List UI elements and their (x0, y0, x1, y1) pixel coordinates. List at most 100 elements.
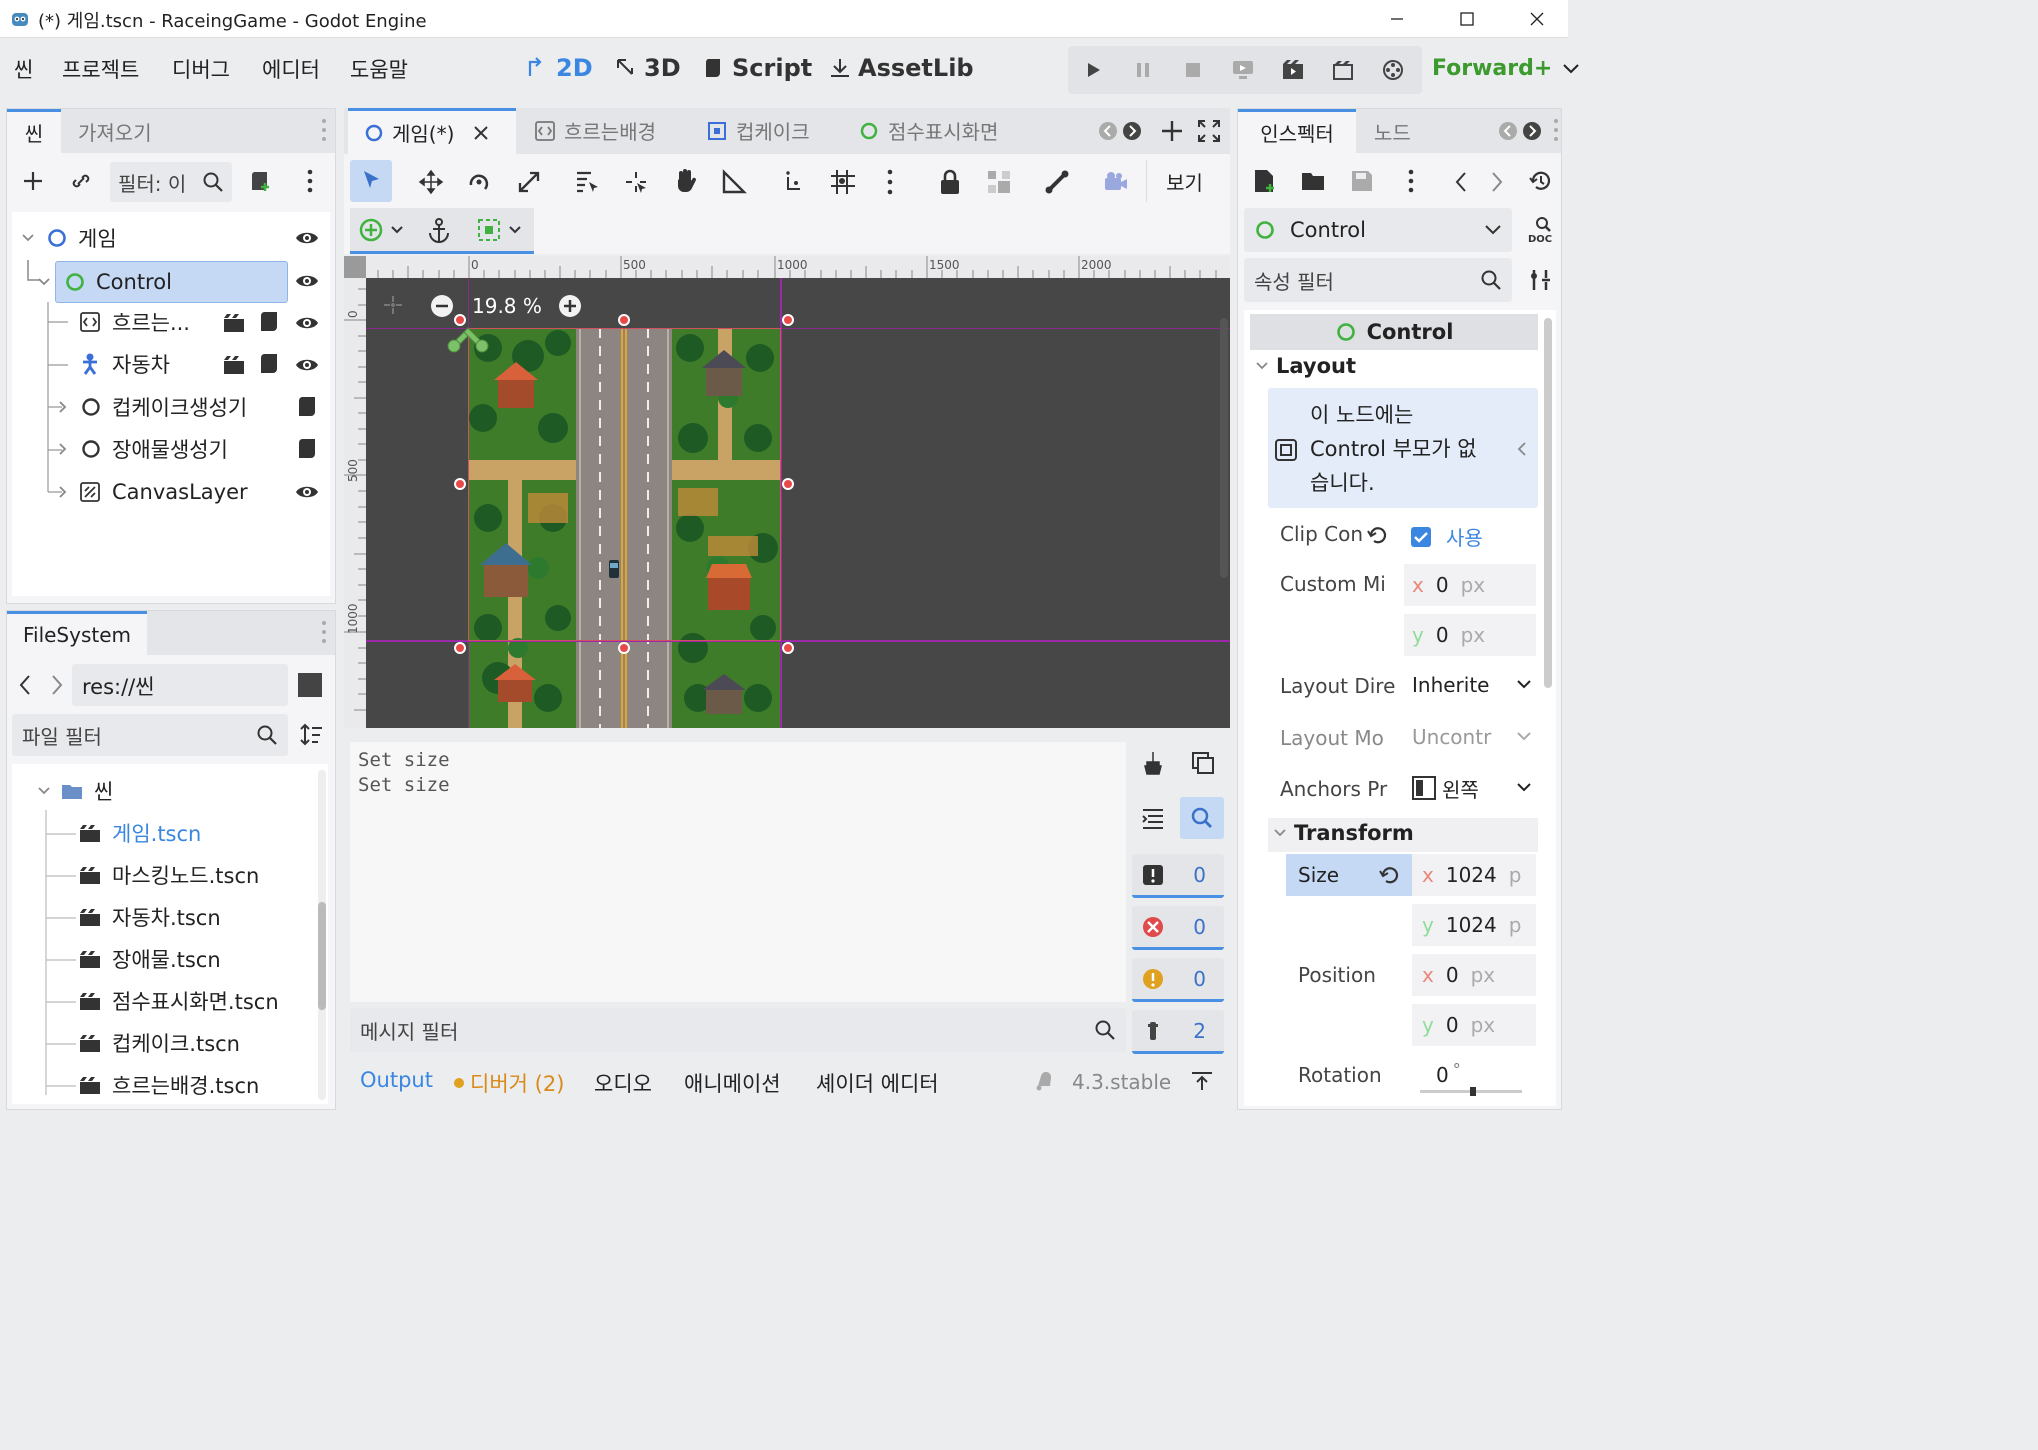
clapperboard-icon[interactable] (222, 354, 246, 376)
rotate-mode-icon[interactable] (466, 169, 492, 195)
remote-debug-icon[interactable] (1228, 56, 1258, 84)
chevron-down-icon[interactable] (36, 274, 52, 290)
expand-panel-icon[interactable] (1190, 1070, 1214, 1092)
anchor-icon[interactable] (427, 217, 451, 243)
menu-help[interactable]: 도움말 (350, 54, 408, 84)
file-tree-scrollbar[interactable] (318, 770, 326, 1100)
tree-item-canvaslayer[interactable]: CanvasLayer (56, 471, 286, 513)
tab-inspector[interactable]: 인스펙터 (1238, 109, 1356, 153)
script-icon[interactable] (258, 352, 280, 376)
save-icon[interactable] (1350, 169, 1374, 193)
visibility-eye-icon[interactable] (294, 313, 320, 333)
grid-snap-icon[interactable] (829, 168, 857, 196)
add-node-icon[interactable] (18, 166, 48, 196)
visibility-eye-icon[interactable] (294, 271, 320, 291)
file-item[interactable]: 마스킹노드.tscn (78, 854, 318, 896)
workspace-2d-button[interactable]: 2D (526, 54, 593, 82)
file-item[interactable]: 컵케이크.tscn (78, 1022, 318, 1064)
scale-mode-icon[interactable] (516, 169, 542, 195)
tab-node[interactable]: 노드 (1374, 117, 1411, 146)
resize-handle[interactable] (618, 314, 630, 326)
resize-handle[interactable] (454, 642, 466, 654)
distraction-free-icon[interactable] (1197, 119, 1221, 143)
scene-menu-icon[interactable] (306, 168, 314, 194)
copy-icon[interactable] (1190, 750, 1216, 776)
history-icon[interactable] (1528, 169, 1554, 193)
layout-direction-select[interactable]: Inherite (1404, 664, 1536, 706)
renderer-select[interactable]: Forward+ (1432, 56, 1580, 81)
scene-filter-input[interactable]: 필터: 이 (110, 162, 232, 202)
ruler-icon[interactable] (721, 169, 747, 195)
zoom-out-icon[interactable] (430, 294, 454, 318)
add-node-dropdown[interactable] (358, 217, 404, 243)
chevron-left-icon[interactable] (1516, 440, 1528, 458)
container-sizing-dropdown[interactable] (476, 217, 522, 243)
smart-snap-icon[interactable] (782, 169, 808, 195)
tab-import[interactable]: 가져오기 (78, 117, 152, 146)
dock-menu-icon[interactable] (320, 619, 328, 645)
tools-icon[interactable] (1528, 268, 1552, 292)
file-item[interactable]: 게임.tscn (78, 812, 318, 854)
nav-forward-icon[interactable] (50, 673, 64, 697)
custom-min-y-field[interactable]: y 0 px (1404, 614, 1536, 656)
tab-scroll-left-icon[interactable] (1098, 121, 1118, 141)
resize-handle[interactable] (618, 642, 630, 654)
clear-output-icon[interactable] (1140, 750, 1166, 776)
menu-project[interactable]: 프로젝트 (62, 54, 139, 84)
visibility-eye-icon[interactable] (294, 355, 320, 375)
script-icon[interactable] (258, 310, 280, 334)
tree-item-scrolling-bg[interactable]: 흐르는... (78, 301, 238, 343)
close-tab-icon[interactable] (472, 124, 490, 142)
visibility-eye-icon[interactable] (294, 228, 320, 248)
play-icon[interactable] (1078, 56, 1108, 84)
pause-icon[interactable] (1128, 56, 1158, 84)
clapperboard-icon[interactable] (222, 312, 246, 334)
tree-item-control[interactable]: Control (55, 261, 288, 303)
property-filter-input[interactable]: 속성 필터 (1244, 258, 1512, 302)
pivot-icon[interactable] (623, 169, 649, 195)
node-selector[interactable]: Control (1244, 208, 1512, 252)
section-transform[interactable]: Transform (1272, 821, 1414, 845)
tab-scroll-left-icon[interactable] (1498, 121, 1518, 141)
tree-item-car[interactable]: 자동차 (78, 343, 218, 385)
play-scene-icon[interactable] (1278, 56, 1308, 84)
position-y-field[interactable]: y 0 px (1412, 1004, 1536, 1046)
history-forward-icon[interactable] (1490, 170, 1504, 194)
bottom-tab-output[interactable]: Output (360, 1068, 433, 1092)
tree-item-game[interactable]: 게임 (18, 217, 328, 259)
path-input[interactable]: res://씬 (72, 664, 288, 706)
canvas-viewport[interactable]: 19.8 % (366, 278, 1230, 728)
inspector-scrollbar[interactable] (1544, 318, 1552, 688)
rotation-slider-grabber[interactable] (1470, 1087, 1476, 1096)
menu-debug[interactable]: 디버그 (172, 54, 230, 84)
bottom-tab-animation[interactable]: 애니메이션 (684, 1068, 781, 1098)
bottom-tab-shader-editor[interactable]: 셰이더 에디터 (816, 1068, 939, 1098)
toggle-split-icon[interactable] (298, 673, 322, 697)
new-resource-icon[interactable] (1252, 168, 1276, 194)
play-custom-scene-icon[interactable] (1328, 56, 1358, 84)
bottom-tab-debugger[interactable]: 디버거 (2) (454, 1068, 564, 1098)
move-mode-icon[interactable] (418, 169, 444, 195)
sort-icon[interactable] (298, 722, 324, 748)
tree-item-obstacle-spawner[interactable]: 장애물생성기 (56, 428, 286, 470)
add-tab-icon[interactable] (1160, 119, 1184, 143)
snap-options-icon[interactable] (886, 168, 894, 196)
tab-cupcake[interactable]: 컵케이크 (706, 116, 810, 145)
tree-item-cupcake-spawner[interactable]: 컵케이크생성기 (56, 386, 286, 428)
resize-handle[interactable] (454, 478, 466, 490)
minimize-button[interactable] (1362, 0, 1432, 38)
tab-game[interactable]: 게임(*) (348, 108, 516, 154)
visibility-eye-icon[interactable] (294, 482, 320, 502)
link-icon[interactable] (66, 166, 96, 196)
revert-icon[interactable] (1378, 864, 1400, 886)
folder-scene[interactable]: 씬 (36, 770, 236, 812)
file-filter-input[interactable]: 파일 필터 (12, 714, 288, 756)
camera-override-icon[interactable] (1102, 170, 1130, 194)
filter-errors-counter[interactable]: 0 (1132, 906, 1224, 950)
search-toggle-button[interactable] (1180, 797, 1224, 839)
bell-icon[interactable] (1034, 1070, 1056, 1092)
file-item[interactable]: 장애물.tscn (78, 938, 318, 980)
zoom-level[interactable]: 19.8 % (472, 294, 542, 318)
script-icon[interactable] (296, 437, 318, 461)
resize-handle[interactable] (782, 478, 794, 490)
